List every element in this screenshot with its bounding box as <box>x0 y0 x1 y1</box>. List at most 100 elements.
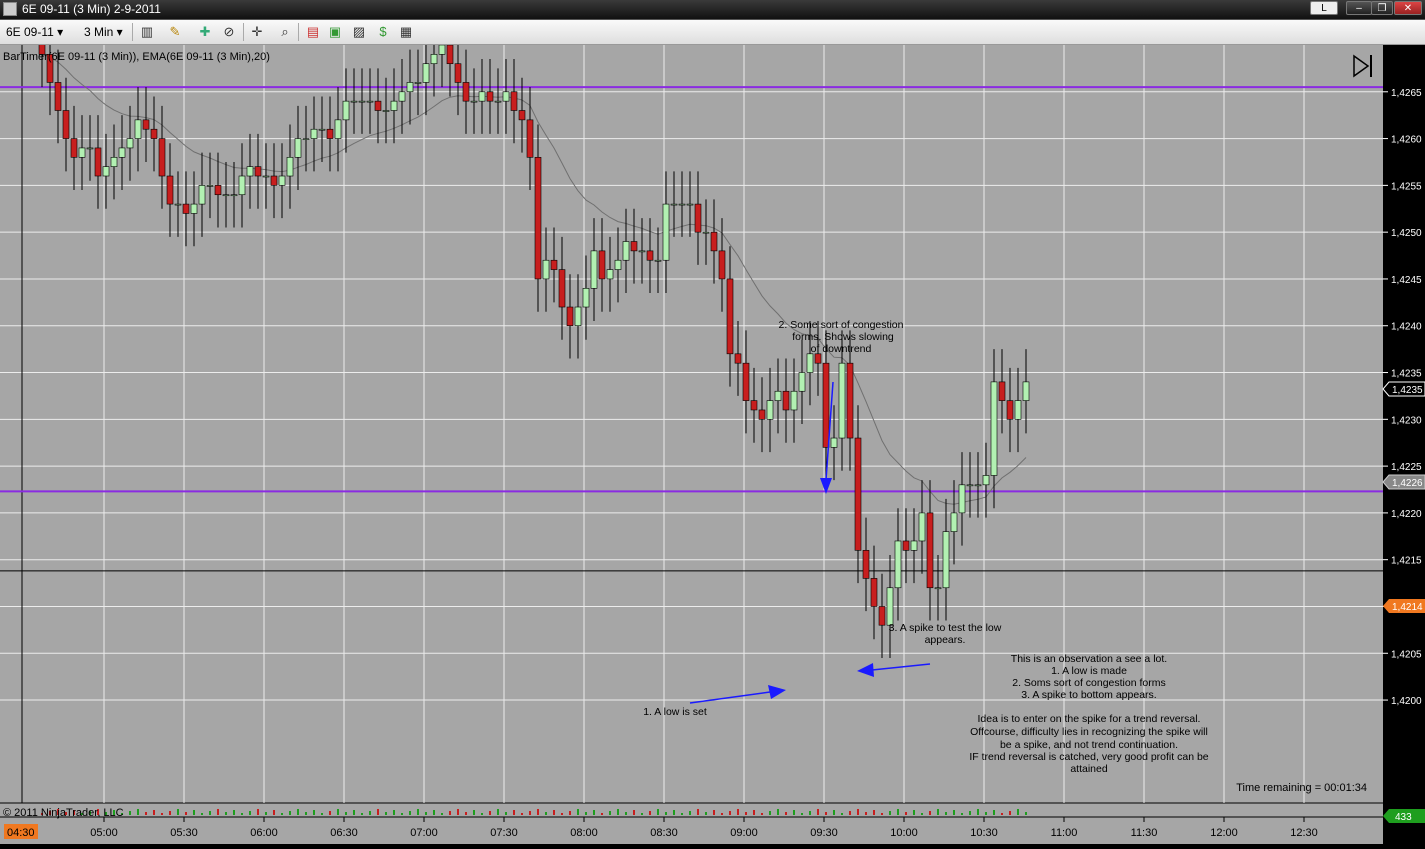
candle-body <box>126 138 134 149</box>
volume-panel <box>0 803 1383 817</box>
candle-body <box>886 587 894 626</box>
candle-body <box>494 100 502 103</box>
volume-bar <box>961 813 963 815</box>
candle-body <box>350 100 358 103</box>
indicators-icon[interactable]: ▣ <box>326 23 344 41</box>
candle-body <box>990 381 998 476</box>
layout-button[interactable]: L <box>1310 1 1338 15</box>
candle-body <box>342 100 350 121</box>
volume-bar <box>681 813 683 815</box>
volume-bar <box>553 810 555 815</box>
volume-bar <box>833 810 835 815</box>
chart-area[interactable]: 1,42001,42051,42101,42151,42201,42251,42… <box>0 2 1425 844</box>
volume-bar <box>705 812 707 815</box>
volume-bar <box>737 809 739 815</box>
volume-bar <box>609 811 611 815</box>
data-box-icon[interactable]: ▦ <box>397 23 415 41</box>
time-tick-label: 07:00 <box>410 827 438 839</box>
current-price-value: 1,4235 <box>1392 385 1423 396</box>
volume-bar <box>401 813 403 815</box>
volume-bar <box>425 812 427 815</box>
volume-bar <box>185 812 187 815</box>
candle-body <box>870 578 878 607</box>
instrument-label: 6E 09-11 <box>6 25 54 39</box>
time-tick-label: 08:30 <box>650 827 678 839</box>
volume-bar <box>929 811 931 815</box>
volume-bar <box>305 812 307 815</box>
candle-body <box>190 203 198 214</box>
candle-body <box>814 353 822 364</box>
volume-bar <box>769 811 771 815</box>
volume-bar <box>673 810 675 815</box>
candle-body <box>214 185 222 196</box>
candle-body <box>574 306 582 327</box>
candle-body <box>310 128 318 139</box>
price-tick-label: 1,4260 <box>1391 135 1422 146</box>
annotation-low: 1. A low is set <box>643 706 707 718</box>
minimize-button[interactable]: ‒ <box>1346 1 1372 15</box>
candle-body <box>854 437 862 551</box>
candle-body <box>78 147 86 158</box>
chart-background <box>0 45 1383 803</box>
candle-body <box>934 587 942 590</box>
volume-value: 433 <box>1395 812 1412 823</box>
volume-bar <box>345 812 347 815</box>
candle-body <box>454 63 462 83</box>
magnifier-icon[interactable]: ⌕ <box>276 23 294 41</box>
restore-button[interactable]: ❐ <box>1371 1 1393 15</box>
close-button[interactable]: ✕ <box>1394 1 1422 15</box>
globe-icon[interactable]: ✚ <box>196 23 214 41</box>
candle-body <box>406 82 414 93</box>
candle-body <box>302 138 310 140</box>
candle-body <box>710 231 718 252</box>
copyright-label: © 2011 NinjaTrader, LLC <box>3 807 124 819</box>
strategies-icon[interactable]: ▤ <box>304 23 322 41</box>
candle-body <box>1006 400 1014 420</box>
bar-type-icon[interactable]: ▥ <box>138 23 156 41</box>
annotation-line: 2. Some sort of congestion <box>779 319 904 331</box>
chart-properties-icon[interactable]: ▨ <box>350 23 368 41</box>
candle-body <box>542 259 550 280</box>
candle-body <box>134 119 142 139</box>
crosshair-icon[interactable]: ✛ <box>248 23 266 41</box>
volume-bar <box>1025 812 1027 815</box>
time-tick-label: 09:30 <box>810 827 838 839</box>
volume-bar <box>265 812 267 815</box>
candle-body <box>182 203 190 214</box>
candle-body <box>502 91 510 102</box>
annotation-line: attained <box>1070 763 1108 775</box>
volume-bar <box>433 810 435 815</box>
volume-bar <box>801 813 803 815</box>
candle-body <box>718 250 726 280</box>
toolbar-separator <box>298 23 299 41</box>
candle-body <box>390 100 398 111</box>
candle-body <box>902 540 910 551</box>
volume-bar <box>393 810 395 815</box>
price-tick-label: 1,4200 <box>1391 696 1422 707</box>
candle-body <box>54 82 62 111</box>
volume-bar <box>497 809 499 815</box>
zoom-icon[interactable]: ⊘ <box>220 23 238 41</box>
interval-selector[interactable]: 3 Min ▾ <box>84 25 123 39</box>
time-tick-label: 07:30 <box>490 827 518 839</box>
volume-bar <box>449 811 451 815</box>
volume-bar <box>257 809 259 815</box>
volume-bar <box>953 810 955 815</box>
candle-body <box>606 269 614 280</box>
volume-bar <box>713 810 715 815</box>
title-bar: 6E 09-11 (3 Min) 2-9-2011 L ‒ ❐ ✕ <box>0 0 1425 20</box>
volume-bar <box>937 809 939 815</box>
price-tick-label: 1,4220 <box>1391 509 1422 520</box>
instrument-selector[interactable]: 6E 09-11 ▾ <box>6 25 63 39</box>
volume-bar <box>489 811 491 815</box>
price-tick-label: 1,4235 <box>1391 369 1422 380</box>
dollar-icon[interactable]: $ <box>374 23 392 41</box>
annotation-line: 3. A spike to bottom appears. <box>1021 689 1156 701</box>
candle-body <box>582 288 590 308</box>
candle-body <box>806 353 814 373</box>
volume-bar <box>289 811 291 815</box>
candle-body <box>462 82 470 102</box>
candle-body <box>550 259 558 270</box>
price-chart[interactable]: 1,42001,42051,42101,42151,42201,42251,42… <box>0 2 1425 844</box>
pencil-icon[interactable]: ✎ <box>166 23 184 41</box>
